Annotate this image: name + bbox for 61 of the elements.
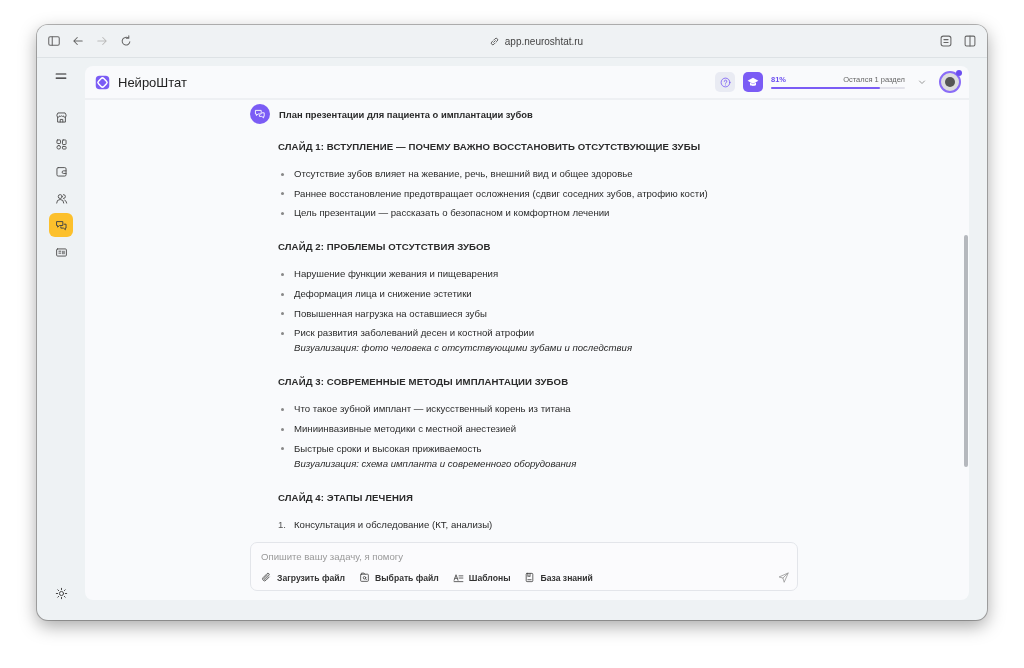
sidebar-item[interactable]: [49, 213, 73, 237]
back-icon[interactable]: [71, 34, 85, 48]
users-icon: [54, 191, 68, 205]
bullet-icon: [281, 272, 284, 276]
composer-action-button[interactable]: Шаблоны: [452, 572, 511, 583]
bullet-icon: [281, 172, 284, 176]
help-button[interactable]: [715, 72, 735, 92]
id-card-icon: [54, 245, 68, 259]
bullet-icon: [281, 211, 284, 215]
bullet-icon: [281, 331, 284, 335]
paperclip-icon: [261, 572, 272, 583]
send-icon[interactable]: [778, 572, 789, 583]
message-input[interactable]: Опишите вашу задачу, я помогу: [261, 551, 789, 562]
list-item-text: Раннее восстановление предотвращает осложнения (сдвиг соседних зубов, атрофию кости): [294, 187, 708, 200]
composer-action-button[interactable]: Выбрать файл: [359, 572, 439, 583]
user-avatar[interactable]: [939, 71, 961, 93]
bullet-icon: [281, 312, 284, 316]
visualization-note: Визуализация: фото человека с отсутствующими зубами и последствия: [294, 342, 633, 355]
link-icon: [488, 35, 500, 47]
bullet-icon: [281, 427, 284, 431]
list-item-text: Нарушение функции жевания и пищеварения: [294, 268, 499, 281]
message-title: План презентации для пациента о имплантации зубов: [279, 108, 533, 120]
reload-icon[interactable]: [119, 34, 133, 48]
section-heading: СЛАЙД 1: ВСТУПЛЕНИЕ — ПОЧЕМУ ВАЖНО ВОССТАНОВИТЬ ОТСУТСТВУЮЩИЕ ЗУБЫ: [278, 141, 702, 152]
list-item-text: Деформация лица и снижение эстетики: [294, 288, 472, 301]
list-item-text: Повышенная нагрузка на оставшиеся зубы: [294, 307, 487, 320]
bullet-icon: [281, 192, 284, 196]
list-item-text: Быстрые сроки и высокая приживаемость: [294, 442, 483, 455]
reader-icon[interactable]: [939, 34, 953, 48]
learning-button[interactable]: [743, 72, 763, 92]
list-item-text: Консультация и обследование (КТ, анализы): [294, 518, 493, 531]
bullet-icon: [281, 292, 284, 296]
logo-icon: [95, 74, 110, 90]
theme-toggle-icon[interactable]: [54, 587, 68, 600]
file-search-icon: [359, 572, 371, 583]
sidebar-toggle-icon[interactable]: [47, 34, 61, 48]
visualization-note: Визуализация: схема импланта и современного оборудования: [294, 457, 577, 470]
chat-bubbles-icon: [54, 218, 68, 232]
graduation-cap-icon: [747, 76, 759, 88]
address-bar[interactable]: app.neuroshtat.ru: [504, 35, 584, 47]
list-item-text: Цель презентации — рассказать о безопасном и комфортном лечении: [294, 207, 610, 220]
composer-action-button[interactable]: База знаний: [524, 572, 593, 583]
list-item-text: Отсутствие зубов влияет на жевание, речь, внешний вид и общее здоровье: [294, 168, 633, 180]
bullet-icon: [281, 407, 284, 411]
help-icon: [719, 76, 731, 88]
grid-icon: [54, 137, 68, 151]
bullet-icon: [281, 447, 284, 451]
wallet-icon: [54, 164, 68, 178]
list-item-text: Миниинвазивные методики с местной анестезией: [294, 423, 516, 436]
section-heading: СЛАЙД 3: СОВРЕМЕННЫЕ МЕТОДЫ ИМПЛАНТАЦИИ ЗУБОВ: [278, 376, 570, 388]
brand-name[interactable]: НейроШтат: [118, 74, 187, 90]
list-item-text: Риск развития заболеваний десен и костной атрофии: [294, 327, 536, 340]
store-icon: [54, 110, 68, 124]
list-item-text: Что такое зубной имплант — искусственный корень из титана: [294, 403, 571, 416]
section-heading: СЛАЙД 4: ЭТАПЫ ЛЕЧЕНИЯ: [278, 491, 414, 503]
book-icon: [524, 572, 536, 583]
text-format-icon: [452, 572, 464, 583]
section-heading: СЛАЙД 2: ПРОБЛЕМЫ ОТСУТСТВИЯ ЗУБОВ: [278, 241, 492, 253]
list-number: 1.: [278, 518, 287, 531]
composer-action-button[interactable]: Загрузить файл: [261, 572, 346, 583]
split-view-icon[interactable]: [963, 34, 977, 48]
